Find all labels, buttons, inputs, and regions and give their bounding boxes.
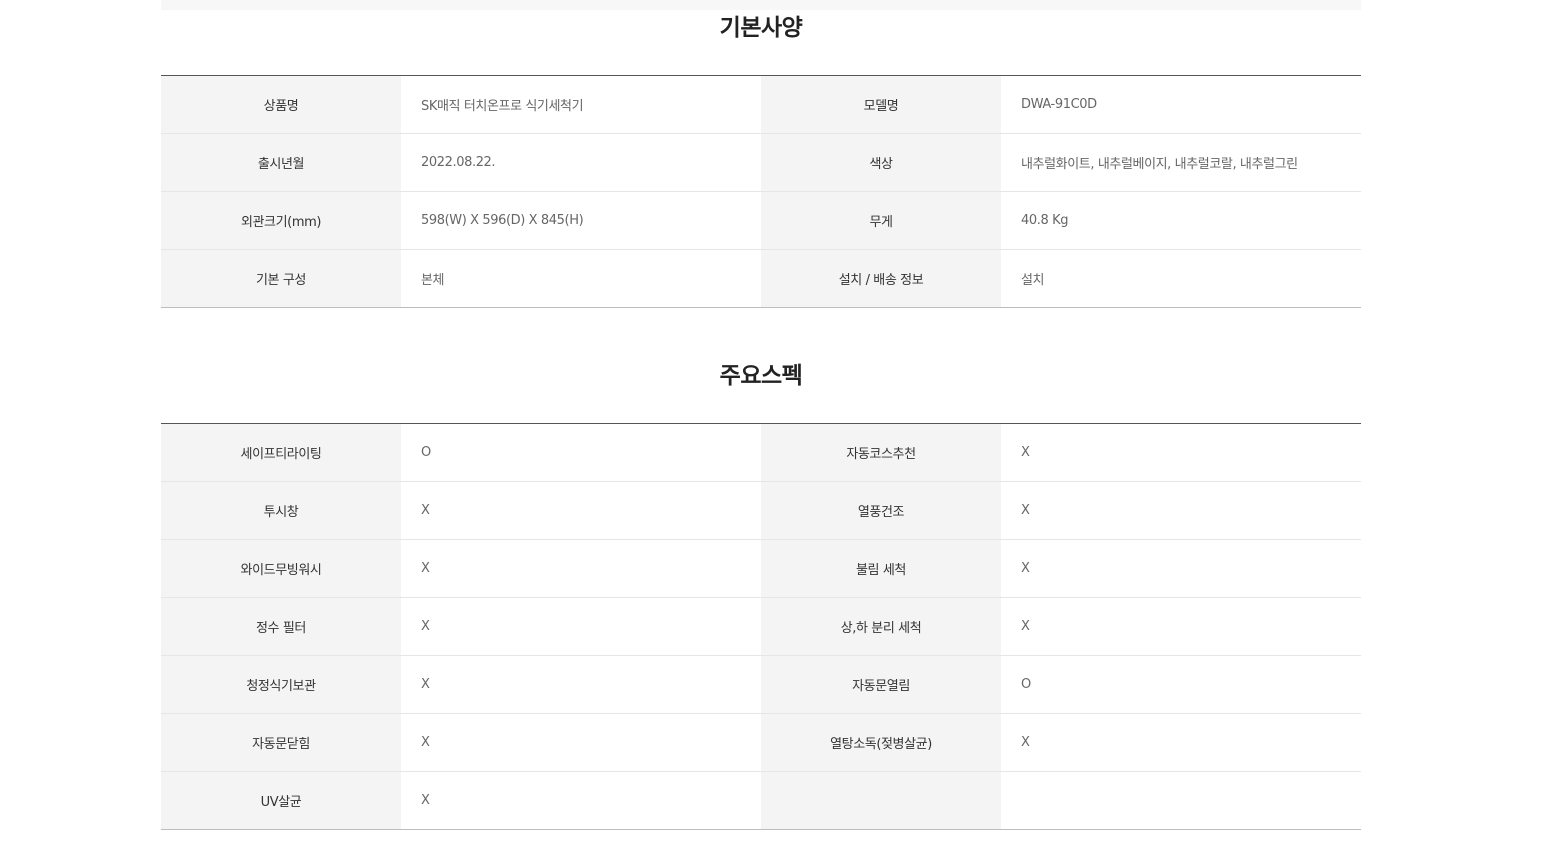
spec-label: 외관크기(mm) xyxy=(161,191,401,250)
spec-value: 598(W) X 596(D) X 845(H) xyxy=(401,191,761,250)
spec-value: DWA-91C0D xyxy=(1001,75,1361,134)
spec-label: UV살균 xyxy=(161,771,401,830)
basic-spec-title: 기본사양 xyxy=(719,15,803,41)
table-row: 와이드무빙워시 X 불림 세척 X xyxy=(161,539,1361,598)
main-spec-table: 세이프티라이팅 O 자동코스추천 X 투시창 X 열풍건조 X 와이드무빙워시 … xyxy=(161,423,1361,830)
spec-value: X xyxy=(1001,423,1361,482)
table-row: 청정식기보관 X 자동문열림 O xyxy=(161,655,1361,714)
table-row: 상품명 SK매직 터치온프로 식기세척기 모델명 DWA-91C0D xyxy=(161,75,1361,134)
spec-value: 설치 xyxy=(1001,249,1361,308)
spec-value: X xyxy=(401,771,761,830)
spec-label xyxy=(761,771,1001,830)
table-row: 출시년월 2022.08.22. 색상 내추럴화이트, 내추럴베이지, 내추럴코… xyxy=(161,133,1361,192)
spec-value: X xyxy=(1001,539,1361,598)
basic-spec-table: 상품명 SK매직 터치온프로 식기세척기 모델명 DWA-91C0D 출시년월 … xyxy=(161,75,1361,308)
spec-value: X xyxy=(401,713,761,772)
spec-label: 세이프티라이팅 xyxy=(161,423,401,482)
spec-label: 모델명 xyxy=(761,75,1001,134)
top-divider-strip xyxy=(161,0,1361,10)
spec-page: 기본사양 상품명 SK매직 터치온프로 식기세척기 모델명 DWA-91C0D … xyxy=(0,0,1546,867)
spec-value: 40.8 Kg xyxy=(1001,191,1361,250)
spec-label: 무게 xyxy=(761,191,1001,250)
table-row: 투시창 X 열풍건조 X xyxy=(161,481,1361,540)
spec-value: X xyxy=(1001,481,1361,540)
spec-value: X xyxy=(1001,597,1361,656)
spec-label: 자동문열림 xyxy=(761,655,1001,714)
basic-spec-section: 기본사양 상품명 SK매직 터치온프로 식기세척기 모델명 DWA-91C0D … xyxy=(161,12,1361,308)
table-row: 자동문닫힘 X 열탕소독(젖병살균) X xyxy=(161,713,1361,772)
spec-value: 본체 xyxy=(401,249,761,308)
spec-label: 청정식기보관 xyxy=(161,655,401,714)
spec-label: 투시창 xyxy=(161,481,401,540)
table-row: 외관크기(mm) 598(W) X 596(D) X 845(H) 무게 40.… xyxy=(161,191,1361,250)
spec-label: 자동문닫힘 xyxy=(161,713,401,772)
spec-label: 색상 xyxy=(761,133,1001,192)
spec-label: 상,하 분리 세척 xyxy=(761,597,1001,656)
spec-label: 불림 세척 xyxy=(761,539,1001,598)
spec-label: 출시년월 xyxy=(161,133,401,192)
spec-value: X xyxy=(401,597,761,656)
main-spec-section: 주요스펙 세이프티라이팅 O 자동코스추천 X 투시창 X 열풍건조 X 와이드… xyxy=(161,360,1361,830)
table-row: UV살균 X xyxy=(161,771,1361,830)
spec-label: 상품명 xyxy=(161,75,401,134)
table-row: 세이프티라이팅 O 자동코스추천 X xyxy=(161,423,1361,482)
spec-value: X xyxy=(401,539,761,598)
table-row: 기본 구성 본체 설치 / 배송 정보 설치 xyxy=(161,249,1361,308)
spec-label: 와이드무빙워시 xyxy=(161,539,401,598)
spec-label: 자동코스추천 xyxy=(761,423,1001,482)
spec-label: 열탕소독(젖병살균) xyxy=(761,713,1001,772)
spec-value: O xyxy=(1001,655,1361,714)
spec-value: SK매직 터치온프로 식기세척기 xyxy=(401,75,761,134)
spec-label: 기본 구성 xyxy=(161,249,401,308)
spec-value: X xyxy=(1001,713,1361,772)
spec-label: 열풍건조 xyxy=(761,481,1001,540)
spec-value xyxy=(1001,771,1361,830)
spec-value: O xyxy=(401,423,761,482)
table-row: 정수 필터 X 상,하 분리 세척 X xyxy=(161,597,1361,656)
spec-label: 정수 필터 xyxy=(161,597,401,656)
spec-value: X xyxy=(401,481,761,540)
main-spec-title: 주요스펙 xyxy=(719,363,803,389)
spec-value: 내추럴화이트, 내추럴베이지, 내추럴코랄, 내추럴그린 xyxy=(1001,133,1361,192)
spec-value: X xyxy=(401,655,761,714)
spec-value: 2022.08.22. xyxy=(401,133,761,192)
spec-label: 설치 / 배송 정보 xyxy=(761,249,1001,308)
